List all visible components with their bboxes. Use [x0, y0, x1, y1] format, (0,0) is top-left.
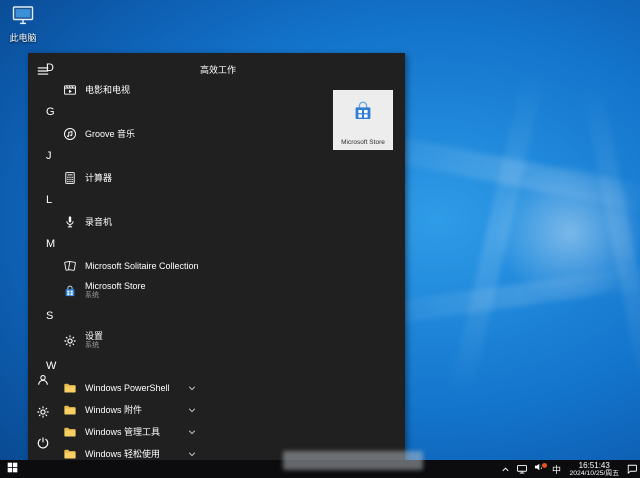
notification-badge [540, 461, 548, 469]
app-list: D 电影和电视 G Groove 音乐 J 计算器 L 录音机 M Microsoft Solit… [28, 57, 200, 460]
tile-group-title[interactable]: 高效工作 [200, 63, 236, 76]
app-list-letter-M[interactable]: M [28, 233, 200, 255]
clock-date: 2024/10/25/周五 [569, 469, 620, 477]
app-label: Windows PowerShell [85, 382, 170, 393]
tile-microsoft-store[interactable]: Microsoft Store [333, 90, 393, 150]
app-list-letter-S[interactable]: S [28, 305, 200, 327]
app-label: 设置 [85, 331, 104, 342]
app-labels: Windows 轻松使用 [85, 449, 160, 460]
store-icon [62, 284, 77, 299]
app-labels: Windows 附件 [85, 405, 142, 416]
app-list-letter-G[interactable]: G [28, 101, 200, 123]
computer-icon [12, 6, 34, 29]
app-list-app[interactable]: 设置 系统 [28, 327, 200, 355]
chevron-down-icon[interactable] [187, 427, 197, 437]
app-labels: 设置 系统 [85, 331, 103, 350]
app-list-app[interactable]: Groove 音乐 [28, 123, 200, 145]
app-label: 电影和电视 [85, 84, 131, 95]
windows-logo-glow [465, 135, 640, 330]
app-label: Windows 轻松使用 [85, 448, 161, 459]
start-button[interactable] [0, 460, 24, 478]
chevron-up-icon[interactable] [499, 463, 512, 476]
app-list-letter-J[interactable]: J [28, 145, 200, 167]
app-list-letter-D[interactable]: D [28, 57, 200, 79]
light-beam [449, 71, 545, 399]
voice-recorder-icon [62, 215, 77, 230]
app-list-app[interactable]: 计算器 [28, 167, 200, 189]
app-list-folder[interactable]: Windows 管理工具 [28, 421, 200, 443]
app-labels: Microsoft Store 系统 [85, 281, 146, 300]
app-labels: Windows PowerShell [85, 383, 170, 394]
app-list-folder[interactable]: Windows 附件 [28, 399, 200, 421]
app-label: Groove 音乐 [85, 128, 136, 139]
folder-icon [62, 425, 77, 440]
app-list-app[interactable]: 录音机 [28, 211, 200, 233]
app-sublabel: 系统 [85, 342, 99, 350]
folder-icon [62, 447, 77, 461]
app-label: Microsoft Store [85, 281, 146, 292]
network-icon[interactable] [516, 463, 529, 476]
app-list-letter-W[interactable]: W [28, 355, 200, 377]
app-sublabel: 系统 [85, 292, 99, 300]
folder-icon [62, 403, 77, 418]
taskbar-clock[interactable]: 16:51:43 2024/10/25/周五 [568, 461, 622, 478]
app-label: 录音机 [85, 216, 113, 227]
volume-icon[interactable] [533, 461, 548, 476]
app-labels: 录音机 [85, 217, 112, 228]
windows-logo-icon [7, 460, 18, 478]
store-icon [351, 99, 375, 128]
app-labels: Groove 音乐 [85, 129, 135, 140]
desktop-icon-this-pc[interactable]: 此电脑 [4, 5, 42, 44]
app-list-letter-L[interactable]: L [28, 189, 200, 211]
app-list-app[interactable]: Microsoft Solitaire Collection [28, 255, 200, 277]
app-labels: 电影和电视 [85, 85, 130, 96]
app-labels: Windows 管理工具 [85, 427, 160, 438]
chevron-down-icon[interactable] [187, 405, 197, 415]
desktop-icon-label: 此电脑 [9, 33, 37, 43]
clock-time: 16:51:43 [578, 460, 610, 470]
app-list-folder[interactable]: Windows PowerShell [28, 377, 200, 399]
ime-indicator[interactable]: 中 [550, 463, 564, 476]
solitaire-icon [62, 259, 77, 274]
folder-icon [62, 381, 77, 396]
letter-label: D [46, 62, 54, 74]
app-label: 计算器 [85, 172, 113, 183]
chevron-down-icon[interactable] [187, 449, 197, 459]
settings-icon [62, 334, 77, 349]
app-list-app[interactable]: Microsoft Store 系统 [28, 277, 200, 305]
app-label: Windows 管理工具 [85, 426, 161, 437]
app-list-app[interactable]: 电影和电视 [28, 79, 200, 101]
app-labels: 计算器 [85, 173, 112, 184]
letter-label: M [46, 238, 56, 250]
app-list-folder[interactable]: Windows 轻松使用 [28, 443, 200, 460]
action-center-icon[interactable] [625, 463, 638, 476]
letter-label: L [46, 194, 53, 206]
app-label: Microsoft Solitaire Collection [85, 260, 199, 271]
letter-label: S [46, 310, 54, 322]
letter-label: J [46, 150, 52, 162]
taskbar: 中 16:51:43 2024/10/25/周五 [0, 460, 640, 478]
movies-tv-icon [62, 83, 77, 98]
app-labels: Microsoft Solitaire Collection [85, 261, 199, 272]
letter-label: W [46, 360, 57, 372]
calculator-icon [62, 171, 77, 186]
system-tray: 中 16:51:43 2024/10/25/周五 [499, 461, 640, 478]
tile-label: Microsoft Store [341, 139, 385, 146]
chevron-down-icon[interactable] [187, 383, 197, 393]
start-menu: D 电影和电视 G Groove 音乐 J 计算器 L 录音机 M Microsoft Solit… [28, 53, 405, 460]
light-beam [581, 81, 640, 399]
app-label: Windows 附件 [85, 404, 143, 415]
letter-label: G [46, 106, 55, 118]
groove-music-icon [62, 127, 77, 142]
